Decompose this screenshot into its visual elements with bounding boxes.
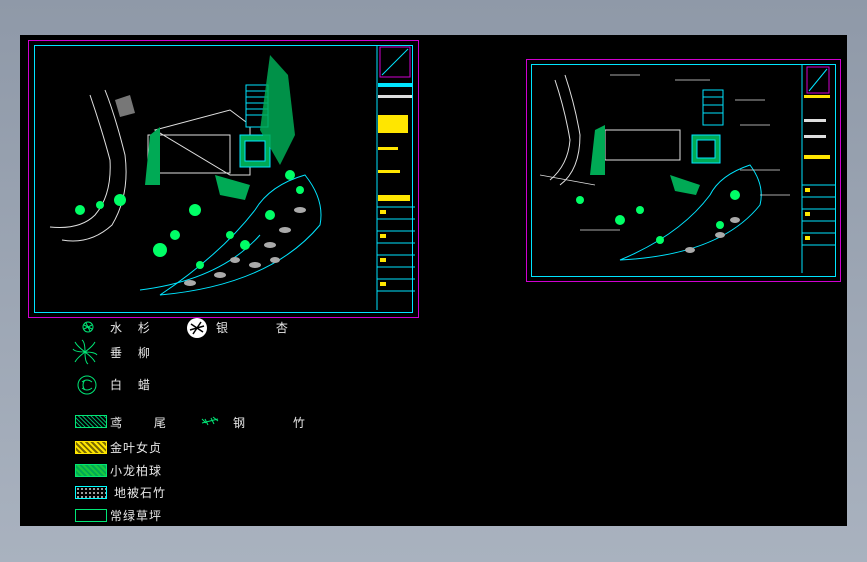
yinxing-tree-icon [187, 318, 207, 338]
legend-label-yuanwei: 鸢 尾 [110, 416, 180, 430]
cad-model-space[interactable]: 水 杉 银 杏 垂 柳 白 蜡 鸢 尾 钢 竹 金叶女贞 小龙柏球 地被石竹 常… [20, 35, 847, 526]
legend-label-gangzhu: 钢 竹 [233, 416, 327, 430]
legend-label-changlvcaoping: 常绿草坪 [110, 509, 163, 523]
legend-label-chuiliu: 垂 柳 [110, 346, 156, 360]
chuiliu-tree-icon [72, 339, 98, 365]
legend-label-dibeishizhu: 地被石竹 [114, 486, 167, 500]
bala-tree-icon [77, 375, 97, 395]
legend-label-jinyenvzhen: 金叶女贞 [110, 441, 163, 455]
gangzhu-icon [201, 416, 219, 426]
yuanwei-hatch-icon [75, 415, 107, 428]
legend-label-yinxing: 银 杏 [216, 321, 310, 335]
shuishan-tree-icon [82, 321, 94, 333]
jinyenvzhen-hatch-icon [75, 441, 107, 454]
legend-label-xiaolongbai: 小龙柏球 [110, 464, 163, 478]
dibeishizhu-hatch-icon [75, 486, 107, 499]
legend-label-shuishan: 水 杉 [110, 321, 156, 335]
legend-label-bala: 白 蜡 [110, 378, 156, 392]
changlvcaoping-hatch-icon [75, 509, 107, 522]
xiaolongbai-hatch-icon [75, 464, 107, 477]
